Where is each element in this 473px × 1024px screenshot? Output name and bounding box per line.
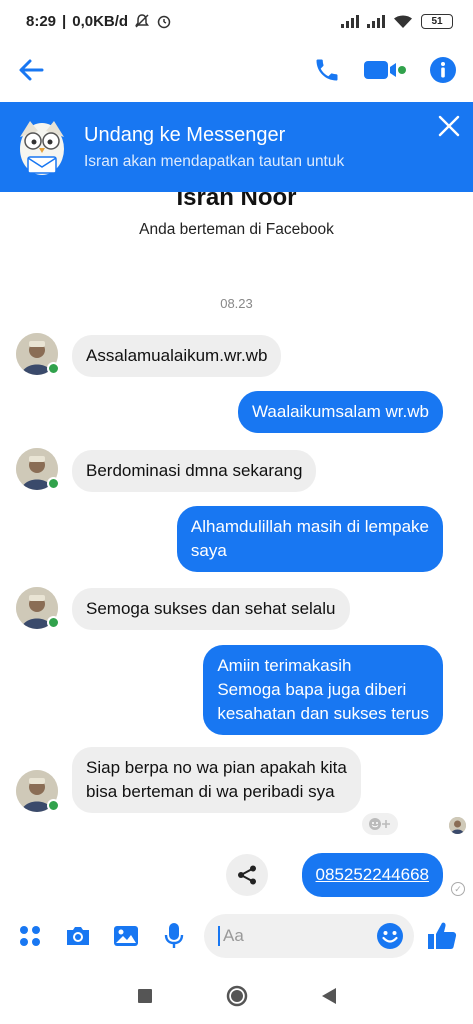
wifi-icon xyxy=(394,15,412,28)
contact-avatar[interactable] xyxy=(16,770,60,812)
status-network-speed: 0,0KB/d xyxy=(72,12,129,30)
incoming-message[interactable]: Semoga sukses dan sehat selalu xyxy=(72,588,350,630)
outgoing-message[interactable]: Alhamdulillah masih di lempake saya xyxy=(176,506,443,572)
status-right: 51 xyxy=(341,13,453,29)
system-navigation-bar xyxy=(0,968,473,1024)
status-separator: | xyxy=(62,12,67,30)
status-time: 8:29 xyxy=(26,12,57,30)
microphone-icon xyxy=(164,923,184,948)
grid-dots-icon xyxy=(20,926,40,946)
online-status-dot xyxy=(47,362,60,375)
contact-avatar[interactable] xyxy=(16,587,60,629)
voice-message-button[interactable] xyxy=(160,922,188,950)
arrow-left-icon[interactable] xyxy=(16,55,46,85)
online-status-dot xyxy=(47,799,60,812)
camera-button[interactable] xyxy=(64,922,92,950)
header-actions xyxy=(313,56,457,84)
contact-avatar[interactable] xyxy=(16,333,60,375)
owl-mascot-icon xyxy=(20,121,64,175)
add-reaction-button[interactable] xyxy=(362,813,398,835)
battery-icon: 51 xyxy=(421,13,453,29)
invite-banner[interactable]: Undang ke Messenger Isran akan mendapatk… xyxy=(0,102,473,192)
image-icon xyxy=(114,926,138,946)
profile-subtitle: Anda berteman di Facebook xyxy=(139,221,334,238)
incoming-message[interactable]: Siap berpa no wa pian apakah kita bisa b… xyxy=(72,747,361,813)
muted-bell-icon xyxy=(135,14,150,28)
signal-icon xyxy=(341,14,359,28)
phone-icon[interactable] xyxy=(313,56,341,84)
delivered-check-icon: ✓ xyxy=(451,882,465,896)
incoming-message[interactable]: Assalamualaikum.wr.wb xyxy=(72,335,282,377)
outgoing-message[interactable]: Amiin terimakasih Semoga bapa juga diber… xyxy=(203,645,443,735)
online-status-dot xyxy=(47,616,60,629)
share-icon xyxy=(238,865,256,885)
thumbs-up-icon[interactable] xyxy=(426,920,458,952)
outgoing-message[interactable]: Waalaikumsalam wr.wb xyxy=(238,391,443,433)
banner-text: Undang ke Messenger Isran akan mendapatk… xyxy=(84,124,457,171)
alarm-icon xyxy=(157,15,171,29)
share-button[interactable] xyxy=(226,854,268,896)
signal-icon-2 xyxy=(367,14,385,28)
seen-indicator-avatar xyxy=(449,817,466,834)
message-input[interactable] xyxy=(218,926,376,946)
chat-header xyxy=(0,42,473,98)
contact-avatar[interactable] xyxy=(16,448,60,490)
close-icon[interactable] xyxy=(435,112,463,140)
message-timestamp: 08.23 xyxy=(220,296,253,311)
banner-title: Undang ke Messenger xyxy=(84,123,286,146)
message-input-container xyxy=(204,914,414,958)
recent-apps-icon[interactable] xyxy=(137,988,153,1004)
back-nav-icon[interactable] xyxy=(321,987,337,1005)
home-icon[interactable] xyxy=(225,984,249,1008)
more-actions-button[interactable] xyxy=(16,922,44,950)
camera-icon xyxy=(67,927,89,945)
info-icon[interactable] xyxy=(429,56,457,84)
status-left: 8:29 | 0,0KB/d xyxy=(26,13,172,30)
banner-subtitle: Isran akan mendapatkan tautan untuk xyxy=(84,152,345,170)
avatar-image xyxy=(449,817,466,834)
incoming-message[interactable]: Berdominasi dmna sekarang xyxy=(72,450,317,492)
smiley-plus-icon xyxy=(369,818,390,830)
online-status-dot xyxy=(47,477,60,490)
emoji-icon[interactable] xyxy=(376,922,404,950)
gallery-button[interactable] xyxy=(112,922,140,950)
video-camera-icon[interactable] xyxy=(363,58,407,82)
phone-number-link[interactable]: 085252244668 xyxy=(301,853,443,897)
status-bar: 8:29 | 0,0KB/d 51 xyxy=(0,0,473,42)
